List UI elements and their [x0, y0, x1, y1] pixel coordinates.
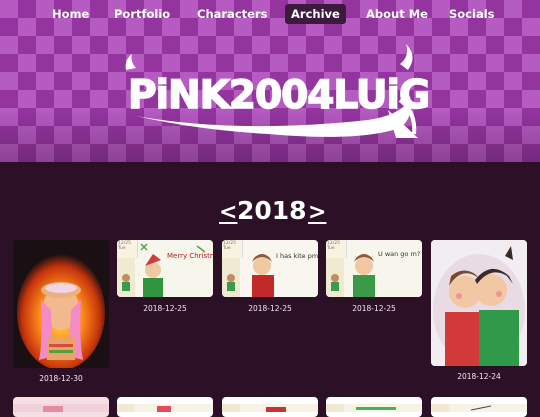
artwork-image — [222, 404, 318, 412]
header-banner: Home Portfolio Characters Archive About … — [0, 0, 540, 162]
artwork-caption: Merry Christmas — [167, 252, 213, 260]
gallery-date: 2018-12-25 — [143, 304, 187, 313]
gallery-date: 2018-12-24 — [457, 372, 501, 381]
artwork-image — [431, 240, 527, 366]
nav-home[interactable]: Home — [46, 4, 95, 24]
prev-year-button[interactable]: < — [219, 200, 237, 226]
site-logo[interactable]: PiNK2004LUiGi — [118, 42, 428, 142]
nav-socials[interactable]: Socials — [443, 4, 501, 24]
artwork-image — [431, 404, 527, 412]
gallery-date: 2018-12-30 — [39, 374, 83, 383]
gallery-thumb[interactable]: I has kite pm 12/25 Tue — [222, 240, 318, 297]
nav-portfolio[interactable]: Portfolio — [108, 4, 176, 24]
gallery-thumb[interactable]: Merry Christmas 12/25 Tue — [117, 240, 213, 297]
gallery-thumb[interactable] — [117, 397, 213, 417]
gallery-thumb[interactable] — [222, 397, 318, 417]
gallery-thumb[interactable] — [431, 240, 527, 366]
gallery-thumb[interactable] — [13, 240, 109, 368]
calendar-note: 12/25 Tue — [326, 240, 347, 258]
artwork-image — [326, 404, 422, 412]
year-title: 2018 — [237, 196, 307, 225]
gallery-date: 2018-12-25 — [352, 304, 396, 313]
top-nav: Home Portfolio Characters Archive About … — [0, 4, 540, 26]
artwork-image — [13, 240, 109, 368]
year-navigation: < 2018 > — [0, 194, 540, 228]
next-year-button[interactable]: > — [308, 200, 326, 226]
gallery-thumb[interactable] — [13, 397, 109, 417]
artwork-caption: I has kite pm — [276, 252, 318, 260]
nav-characters[interactable]: Characters — [191, 4, 273, 24]
gallery-thumb[interactable]: U wan go m? 12/25 Tue — [326, 240, 422, 297]
calendar-note: 12/25 Tue — [222, 240, 243, 258]
logo-text: PiNK2004LUiGi — [128, 73, 428, 118]
gallery-thumb[interactable] — [431, 397, 527, 417]
calendar-note: 12/25 Tue — [117, 240, 138, 258]
nav-about-me[interactable]: About Me — [360, 4, 434, 24]
artwork-caption: U wan go m? — [378, 250, 420, 258]
nav-archive[interactable]: Archive — [285, 4, 346, 24]
artwork-image — [117, 404, 213, 412]
gallery-thumb[interactable] — [326, 397, 422, 417]
artwork-image — [13, 404, 109, 412]
gallery-date: 2018-12-25 — [248, 304, 292, 313]
